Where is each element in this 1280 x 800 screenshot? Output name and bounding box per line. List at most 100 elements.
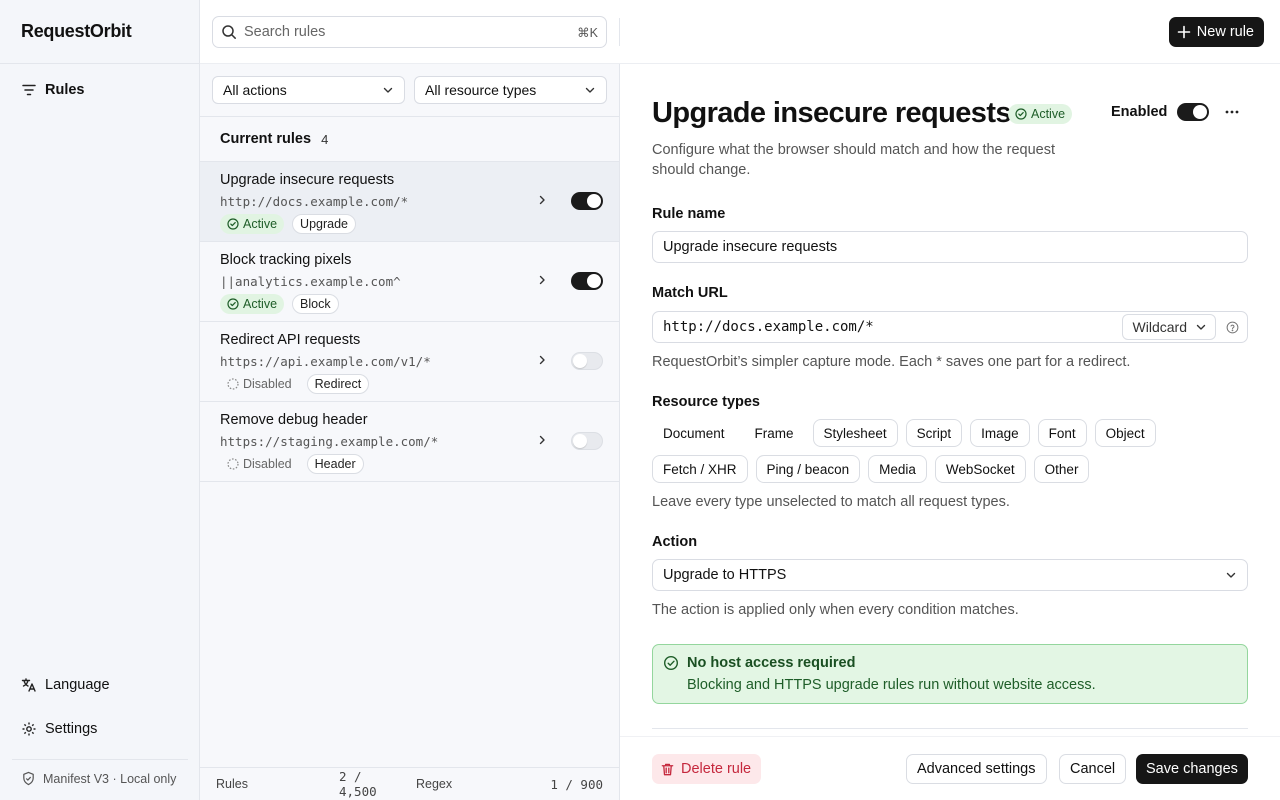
chevron-right-icon[interactable]	[536, 194, 548, 206]
resource-type-chip[interactable]: Frame	[743, 419, 805, 447]
rule-enabled-toggle[interactable]	[571, 432, 603, 450]
resource-types-filter-select[interactable]: All resource types	[414, 76, 607, 104]
action-value: Upgrade to HTTPS	[663, 567, 787, 583]
rule-name-value: Upgrade insecure requests	[663, 239, 838, 255]
status-badge: Disabled	[220, 374, 299, 394]
more-options-icon[interactable]	[1222, 102, 1242, 122]
resource-type-chip[interactable]: Image	[970, 419, 1030, 447]
check-circle-icon	[1015, 108, 1027, 120]
status-badge: Active	[1008, 104, 1073, 124]
save-changes-button[interactable]: Save changes	[1136, 754, 1248, 784]
divider	[652, 728, 1248, 729]
help-icon[interactable]	[1226, 321, 1239, 334]
resource-types-label: Resource types	[652, 394, 760, 410]
chevron-right-icon[interactable]	[536, 434, 548, 446]
rule-name: Block tracking pixels	[220, 252, 352, 268]
gear-icon	[21, 721, 37, 737]
sidebar: RequestOrbit Rules Language Settings Man…	[0, 0, 200, 800]
actions-filter-select[interactable]: All actions	[212, 76, 405, 104]
search-shortcut: ⌘K	[577, 25, 598, 40]
search-placeholder: Search rules	[244, 24, 326, 40]
resource-type-chip[interactable]: Media	[868, 455, 927, 483]
resource-type-chip[interactable]: WebSocket	[934, 455, 1026, 483]
check-circle-icon	[227, 218, 239, 230]
action-hint: The action is applied only when every co…	[652, 602, 1019, 618]
rule-enabled-toggle[interactable]	[571, 192, 603, 210]
chevron-right-icon[interactable]	[536, 354, 548, 366]
page-description: Configure what the browser should match …	[652, 142, 1056, 178]
rule-row[interactable]: Block tracking pixels ||analytics.exampl…	[200, 242, 619, 322]
match-url-input[interactable]: http://docs.example.com/* Wildcard	[652, 311, 1248, 343]
status-label: Active	[243, 217, 278, 231]
rule-enabled-toggle[interactable]	[571, 272, 603, 290]
action-badge: Redirect	[306, 374, 370, 394]
manifest-info: Manifest V3 · Local only	[21, 771, 176, 786]
trash-icon	[660, 762, 675, 777]
resource-type-chip[interactable]: Font	[1037, 419, 1087, 447]
status-badge: Active	[220, 214, 285, 234]
app-logo[interactable]: RequestOrbit	[21, 21, 132, 42]
status-label: Disabled	[243, 377, 292, 391]
cancel-button[interactable]: Cancel	[1059, 754, 1127, 784]
chevron-down-icon	[382, 84, 394, 96]
resource-type-chip[interactable]: Object	[1094, 419, 1156, 447]
detail-footer: Delete rule Advanced settings Cancel Sav…	[620, 736, 1280, 800]
resource-type-chip[interactable]: Other	[1033, 455, 1090, 483]
sidebar-item-label: Rules	[45, 82, 85, 98]
delete-rule-label: Delete rule	[681, 761, 752, 777]
rule-enabled-toggle[interactable]	[1177, 103, 1210, 121]
resource-type-chip[interactable]: Fetch / XHR	[652, 455, 748, 483]
rule-url: https://api.example.com/v1/*	[220, 354, 431, 369]
check-circle-icon	[663, 655, 679, 671]
manifest-text: Manifest V3 · Local only	[43, 771, 177, 786]
sidebar-item-rules[interactable]: Rules	[21, 82, 85, 98]
match-mode-select[interactable]: Wildcard	[1121, 314, 1216, 340]
rule-name: Remove debug header	[220, 412, 368, 428]
shield-check-icon	[21, 771, 36, 786]
action-badge: Upgrade	[292, 214, 356, 234]
resource-type-chip[interactable]: Document	[652, 419, 736, 447]
match-url-label: Match URL	[652, 285, 728, 301]
enabled-control: Enabled	[1111, 103, 1210, 121]
resource-type-chip[interactable]: Ping / beacon	[755, 455, 861, 483]
search-input[interactable]: Search rules ⌘K	[212, 16, 607, 48]
rules-quota-value: 2 / 4,500	[339, 769, 377, 799]
action-badge: Block	[292, 294, 339, 314]
status-badge: Disabled	[220, 454, 299, 474]
rules-list-panel: All actions All resource types Current r…	[200, 64, 620, 800]
status-label: Disabled	[243, 457, 292, 471]
divider	[12, 759, 188, 760]
regex-quota-value: 1 / 900	[550, 776, 603, 792]
sidebar-item-language[interactable]: Language	[21, 677, 110, 693]
advanced-settings-button[interactable]: Advanced settings	[906, 754, 1047, 784]
action-label: Action	[652, 534, 698, 550]
resource-type-chip[interactable]: Stylesheet	[812, 419, 898, 447]
current-rules-title: Current rules	[220, 131, 312, 147]
status-label: Active	[243, 297, 278, 311]
rule-enabled-toggle[interactable]	[571, 352, 603, 370]
sidebar-item-label: Language	[45, 677, 110, 693]
filter-lines-icon	[21, 82, 37, 98]
rules-quota-label: Rules	[216, 777, 248, 791]
action-select[interactable]: Upgrade to HTTPS	[652, 559, 1248, 591]
rule-row[interactable]: Upgrade insecure requests http://docs.ex…	[200, 162, 619, 242]
rule-row[interactable]: Redirect API requests https://api.exampl…	[200, 322, 619, 402]
dashed-circle-icon	[227, 458, 239, 470]
chevron-right-icon[interactable]	[536, 274, 548, 286]
regex-quota-label: Regex	[416, 777, 453, 791]
resource-types-filter-value: All resource types	[425, 82, 537, 98]
rule-row[interactable]: Remove debug header https://staging.exam…	[200, 402, 619, 482]
quota-status-bar: Rules 2 / 4,500 Regex 1 / 900	[200, 767, 619, 800]
plus-icon	[1177, 25, 1191, 39]
delete-rule-button[interactable]: Delete rule	[652, 754, 762, 784]
new-rule-button[interactable]: New rule	[1168, 17, 1264, 47]
rule-url: http://docs.example.com/*	[220, 194, 409, 209]
resource-type-chip[interactable]: Script	[905, 419, 963, 447]
divider	[619, 18, 620, 46]
rules-count-badge: 4	[321, 131, 329, 147]
rule-name-input[interactable]: Upgrade insecure requests	[652, 231, 1248, 263]
sidebar-item-settings[interactable]: Settings	[21, 721, 97, 737]
status-badge: Active	[220, 294, 285, 314]
topbar: Search rules ⌘K New rule	[200, 0, 1280, 64]
new-rule-label: New rule	[1196, 24, 1254, 40]
